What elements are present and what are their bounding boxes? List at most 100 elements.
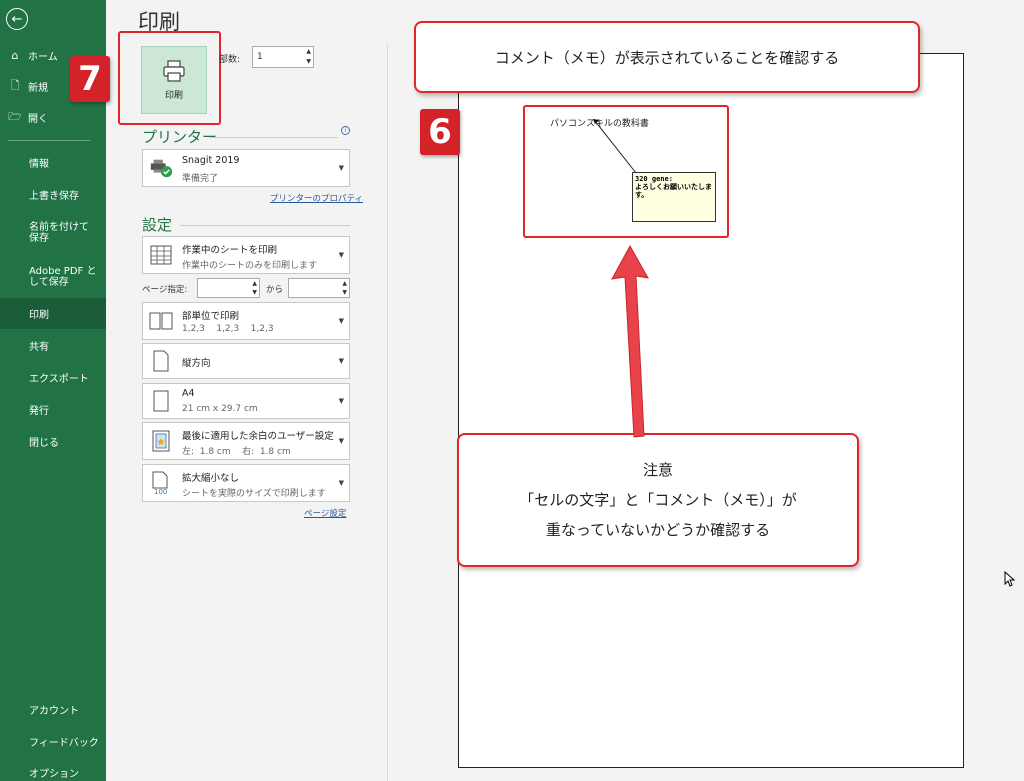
pages-from-input[interactable]: ▲ ▼ (197, 278, 260, 298)
print-scope-sub: 作業中のシートのみを印刷します (182, 261, 318, 271)
sidebar-item-feedback[interactable]: フィードバック (0, 732, 106, 750)
sidebar-item-label: フィードバック (29, 737, 99, 749)
print-scope-dropdown[interactable]: 作業中のシートを印刷 作業中のシートのみを印刷します ▼ (142, 236, 350, 274)
sidebar-item-label: 発行 (29, 405, 49, 417)
sidebar-item-label: Adobe PDF として保存 (29, 266, 97, 288)
spin-up-icon[interactable]: ▲ (252, 281, 257, 287)
callout-line: 「セルの文字」と「コメント（メモ）」が (519, 491, 797, 509)
folder-icon: 🗁 (8, 109, 22, 123)
spin-down-icon[interactable]: ▼ (342, 290, 347, 296)
margins-sub: 左: 1.8 cm 右: 1.8 cm (182, 447, 291, 457)
dropdown-arrow-icon: ▼ (338, 317, 344, 325)
collate-dropdown[interactable]: 部単位で印刷 1,2,3 1,2,3 1,2,3 ▼ (142, 302, 350, 340)
collate-main: 部単位で印刷 (182, 311, 240, 322)
sidebar-divider (8, 140, 90, 141)
back-arrow-icon[interactable]: ← (6, 8, 28, 30)
portrait-page-icon (149, 349, 173, 373)
copies-input[interactable]: 1 ▲ ▼ (252, 46, 314, 68)
printer-status: 準備完了 (182, 174, 219, 184)
scaling-sub: シートを実際のサイズで印刷します (182, 489, 326, 499)
callout-title: 注意 (642, 461, 673, 479)
sidebar-item-export[interactable]: エクスポート (0, 368, 106, 386)
settings-section-title: 設定 (142, 216, 173, 234)
sidebar-item-share[interactable]: 共有 (0, 336, 106, 354)
copies-label: 部数: (219, 55, 241, 65)
scaling-100-icon: 100 (149, 471, 173, 495)
callout-line: 重なっていないかどうか確認する (545, 521, 771, 539)
new-doc-icon: 🗋 (10, 78, 20, 92)
dropdown-arrow-icon: ▼ (338, 357, 344, 365)
sidebar-item-label: 新規 (28, 82, 48, 94)
backstage-sidebar: ← ⌂ ホーム 🗋 新規 🗁 開く 情報 上書き保存 名前を付けて保存 Adob… (0, 0, 106, 781)
sidebar-item-label: オプション (29, 768, 79, 780)
annotation-arrow-up (611, 244, 649, 438)
margins-dropdown[interactable]: 最後に適用した余白のユーザー設定 左: 1.8 cm 右: 1.8 cm ▼ (142, 422, 350, 460)
sidebar-item-info[interactable]: 情報 (0, 153, 106, 171)
dropdown-arrow-icon: ▼ (338, 479, 344, 487)
callout-overlap-warning: 注意 「セルの文字」と「コメント（メモ）」が 重なっていないかどうか確認する (457, 433, 859, 567)
sidebar-item-open[interactable]: 🗁 開く (0, 108, 106, 126)
sidebar-item-options[interactable]: オプション (0, 763, 106, 781)
section-divider (210, 137, 338, 138)
sidebar-item-label: 閉じる (29, 437, 59, 449)
printer-properties-link[interactable]: プリンターのプロパティ (270, 192, 363, 204)
callout-text: コメント（メモ）が表示されていることを確認する (494, 49, 840, 67)
page-setup-link[interactable]: ページ設定 (304, 507, 346, 519)
sidebar-item-close[interactable]: 閉じる (0, 432, 106, 450)
sidebar-item-save[interactable]: 上書き保存 (0, 185, 106, 203)
pages-to-label: から (266, 285, 284, 295)
sidebar-item-account[interactable]: アカウント (0, 700, 106, 718)
printer-section-title: プリンター (142, 128, 218, 146)
orientation-main: 縦方向 (182, 358, 211, 369)
dropdown-arrow-icon: ▼ (338, 251, 344, 259)
sidebar-item-save-pdf[interactable]: Adobe PDF として保存 (0, 263, 106, 291)
copies-value: 1 (257, 52, 263, 62)
sidebar-item-publish[interactable]: 発行 (0, 400, 106, 418)
sheet-grid-icon (149, 243, 173, 267)
highlight-print-button (118, 31, 221, 125)
sidebar-item-label: 情報 (29, 158, 49, 170)
sidebar-item-label: 上書き保存 (29, 190, 79, 202)
paper-size-dropdown[interactable]: A4 21 cm x 29.7 cm ▼ (142, 383, 350, 419)
printer-name: Snagit 2019 (182, 155, 240, 166)
home-icon: ⌂ (11, 48, 19, 62)
orientation-dropdown[interactable]: 縦方向 ▼ (142, 343, 350, 379)
sidebar-item-label: 印刷 (29, 310, 49, 321)
sidebar-item-label: ホーム (28, 51, 58, 63)
pages-label: ページ指定: (142, 285, 188, 295)
highlight-comment-area (523, 105, 729, 238)
spin-up-icon[interactable]: ▲ (306, 49, 311, 55)
panel-divider (387, 44, 388, 781)
dropdown-arrow-icon: ▼ (338, 437, 344, 445)
sidebar-item-print[interactable]: 印刷 (0, 298, 106, 329)
printer-ready-icon (149, 156, 173, 180)
collate-icon (149, 309, 173, 333)
sidebar-item-label: 名前を付けて保存 (29, 222, 89, 244)
sidebar-item-save-as[interactable]: 名前を付けて保存 (0, 219, 102, 247)
margins-icon (149, 429, 173, 453)
scaling-main: 拡大縮小なし (182, 473, 240, 484)
sidebar-item-label: 共有 (29, 341, 49, 353)
printer-dropdown[interactable]: Snagit 2019 準備完了 ▼ (142, 149, 350, 187)
section-divider (180, 225, 350, 226)
step-6-badge: 6 (420, 109, 460, 155)
info-icon[interactable]: i (341, 126, 350, 135)
spin-down-icon[interactable]: ▼ (252, 290, 257, 296)
paper-size-main: A4 (182, 388, 195, 399)
dropdown-arrow-icon: ▼ (338, 164, 344, 172)
paper-size-sub: 21 cm x 29.7 cm (182, 404, 258, 414)
dropdown-arrow-icon: ▼ (338, 397, 344, 405)
pages-to-input[interactable]: ▲ ▼ (288, 278, 350, 298)
spin-up-icon[interactable]: ▲ (342, 281, 347, 287)
paper-icon (149, 389, 173, 413)
sidebar-item-label: アカウント (29, 705, 79, 717)
scaling-dropdown[interactable]: 100 拡大縮小なし シートを実際のサイズで印刷します ▼ (142, 464, 350, 502)
sidebar-item-label: エクスポート (29, 373, 89, 385)
collate-sub: 1,2,3 1,2,3 1,2,3 (182, 324, 274, 334)
print-scope-main: 作業中のシートを印刷 (182, 245, 278, 256)
margins-main: 最後に適用した余白のユーザー設定 (182, 431, 334, 442)
callout-comment-visible: コメント（メモ）が表示されていることを確認する (414, 21, 920, 93)
mouse-cursor-icon (1004, 571, 1016, 587)
spin-down-icon[interactable]: ▼ (306, 59, 311, 65)
step-7-badge: 7 (70, 56, 110, 102)
